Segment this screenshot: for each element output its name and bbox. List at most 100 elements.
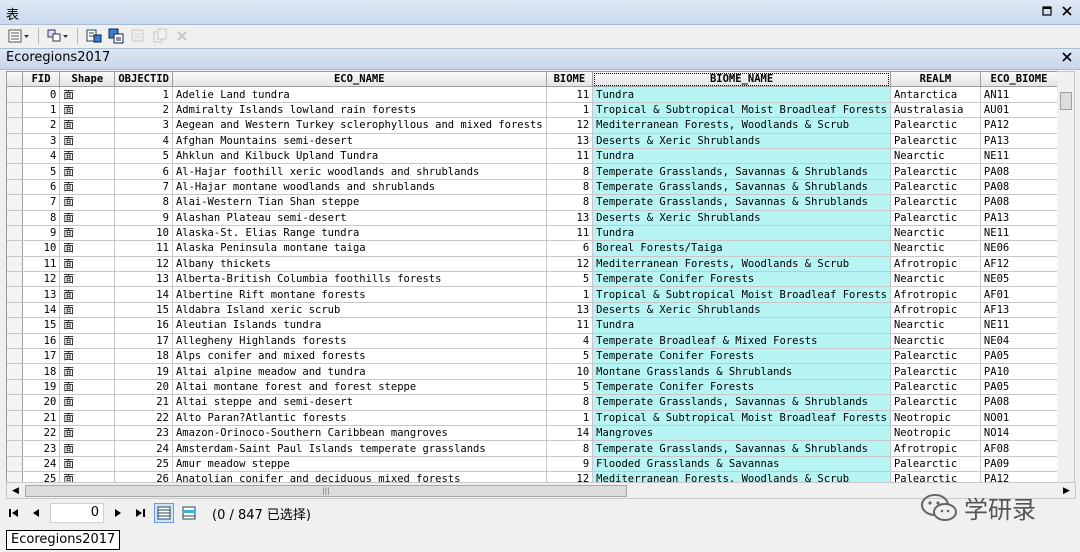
table-cell[interactable]: Albertine Rift montane forests (172, 286, 547, 303)
row-selector[interactable] (7, 394, 23, 411)
table-cell[interactable]: 面 (59, 256, 116, 273)
table-row[interactable]: 0 面 1 Adelie Land tundra 11 Tundra Antarctica A… (7, 86, 1058, 103)
table-cell[interactable]: Alaska Peninsula montane taiga (172, 240, 547, 257)
table-cell[interactable]: Alai-Western Tian Shan steppe (172, 194, 547, 211)
table-cell[interactable]: 22 (22, 425, 61, 442)
table-cell[interactable]: Afghan Mountains semi-desert (172, 133, 547, 149)
table-cell[interactable]: Palearctic (890, 194, 981, 211)
table-cell[interactable]: Temperate Conifer Forests (592, 348, 891, 365)
table-cell[interactable]: 19 (22, 379, 61, 396)
table-row[interactable]: 23 面 24 Amsterdam-Saint Paul Islands temper… (7, 440, 1058, 457)
table-cell[interactable]: Tundra (592, 225, 891, 242)
show-selected-records-button[interactable] (180, 504, 198, 522)
table-cell[interactable]: PA13 (980, 133, 1058, 149)
table-cell[interactable]: AF13 (980, 302, 1058, 319)
table-cell[interactable]: 17 (22, 348, 61, 365)
table-cell[interactable]: 面 (59, 225, 116, 242)
table-cell[interactable]: Tropical & Subtropical Moist Broadleaf F… (592, 286, 891, 303)
table-cell[interactable]: Boreal Forests/Taiga (592, 240, 891, 257)
table-cell[interactable]: Temperate Grasslands, Savannas & Shrubla… (592, 440, 891, 457)
select-by-attributes-button[interactable] (84, 27, 104, 45)
table-cell[interactable]: 1 (546, 410, 594, 426)
table-cell[interactable]: 3 (22, 133, 61, 149)
table-cell[interactable]: 20 (114, 379, 173, 396)
table-cell[interactable]: Tundra (592, 148, 891, 165)
row-selector[interactable] (7, 333, 23, 350)
table-row[interactable]: 9 面 10 Alaska-St. Elias Range tundra 11 Tundr… (7, 225, 1058, 242)
table-row[interactable]: 3 面 4 Afghan Mountains semi-desert 13 Deserts… (7, 133, 1058, 149)
table-row[interactable]: 19 面 20 Altai montane forest and forest ste… (7, 379, 1058, 396)
table-cell[interactable]: Palearctic (890, 394, 981, 411)
table-cell[interactable]: Ahklun and Kilbuck Upland Tundra (172, 148, 547, 165)
row-selector[interactable] (7, 102, 23, 119)
table-cell[interactable]: NE05 (980, 271, 1058, 288)
row-selector[interactable] (7, 86, 23, 103)
table-cell[interactable]: PA05 (980, 379, 1058, 396)
table-cell[interactable]: Montane Grasslands & Shrublands (592, 363, 891, 380)
table-cell[interactable]: Nearctic (890, 333, 981, 350)
table-cell[interactable]: 7 (114, 179, 173, 196)
table-cell[interactable]: Temperate Grasslands, Savannas & Shrubla… (592, 194, 891, 211)
table-cell[interactable]: 面 (59, 302, 116, 319)
column-header-eco-biome[interactable]: ECO_BIOME (980, 72, 1058, 88)
vertical-scrollbar[interactable] (1057, 71, 1075, 483)
table-cell[interactable]: Palearctic (890, 179, 981, 196)
table-cell[interactable]: Nearctic (890, 148, 981, 165)
table-cell[interactable]: 9 (22, 225, 61, 242)
table-cell[interactable]: 8 (546, 194, 594, 211)
table-cell[interactable]: AU01 (980, 102, 1058, 119)
show-all-records-button[interactable] (154, 503, 174, 523)
table-cell[interactable]: Neotropic (890, 410, 981, 426)
table-row[interactable]: 21 面 22 Alto Paran?Atlantic forests 1 Tropica… (7, 410, 1058, 426)
table-cell[interactable]: 0 (22, 86, 61, 103)
column-header-objectid[interactable]: OBJECTID (114, 72, 173, 88)
table-cell[interactable]: Australasia (890, 102, 981, 119)
table-cell[interactable]: Flooded Grasslands & Savannas (592, 456, 891, 473)
first-record-button[interactable] (6, 504, 22, 522)
table-cell[interactable]: Al-Hajar foothill xeric woodlands and sh… (172, 163, 547, 180)
row-selector[interactable] (7, 440, 23, 457)
table-cell[interactable]: 13 (546, 133, 594, 149)
table-cell[interactable]: 12 (114, 256, 173, 273)
row-selector[interactable] (7, 148, 23, 165)
table-row[interactable]: 11 面 12 Albany thickets 12 Mediterranean Fore… (7, 256, 1058, 273)
column-header-eco-name[interactable]: ECO_NAME (172, 72, 547, 88)
table-cell[interactable]: Admiralty Islands lowland rain forests (172, 102, 547, 119)
table-cell[interactable]: Tundra (592, 86, 891, 103)
table-cell[interactable]: PA12 (980, 117, 1058, 134)
close-table-tab-button[interactable] (1062, 51, 1072, 65)
row-selector[interactable] (7, 456, 23, 473)
table-cell[interactable]: Alto Paran?Atlantic forests (172, 410, 547, 426)
table-row[interactable]: 20 面 21 Altai steppe and semi-desert 8 Temper… (7, 394, 1058, 411)
table-cell[interactable]: 18 (22, 363, 61, 380)
table-cell[interactable]: Nearctic (890, 225, 981, 242)
current-record-input[interactable]: 0 (50, 503, 104, 523)
table-cell[interactable]: 2 (114, 102, 173, 119)
row-selector[interactable] (7, 256, 23, 273)
table-cell[interactable]: 21 (114, 394, 173, 411)
column-header-biome[interactable]: BIOME (546, 72, 594, 88)
table-cell[interactable]: Alps conifer and mixed forests (172, 348, 547, 365)
table-cell[interactable]: Tropical & Subtropical Moist Broadleaf F… (592, 102, 891, 119)
table-cell[interactable]: Nearctic (890, 317, 981, 334)
table-cell[interactable]: Mediterranean Forests, Woodlands & Scrub (592, 117, 891, 134)
table-cell[interactable]: Temperate Grasslands, Savannas & Shrubla… (592, 163, 891, 180)
table-cell[interactable]: Al-Hajar montane woodlands and shrubland… (172, 179, 547, 196)
table-cell[interactable]: 面 (59, 102, 116, 119)
zoom-to-selected-button[interactable] (150, 27, 170, 45)
table-cell[interactable]: 8 (22, 210, 61, 226)
row-selector[interactable] (7, 271, 23, 288)
table-cell[interactable]: 9 (546, 456, 594, 473)
table-cell[interactable]: PA08 (980, 394, 1058, 411)
row-header-corner[interactable] (7, 72, 23, 88)
table-cell[interactable]: PA13 (980, 210, 1058, 226)
table-cell[interactable]: PA09 (980, 456, 1058, 473)
table-cell[interactable]: Alaska-St. Elias Range tundra (172, 225, 547, 242)
row-selector[interactable] (7, 302, 23, 319)
table-cell[interactable]: 15 (114, 302, 173, 319)
table-row[interactable]: 8 面 9 Alashan Plateau semi-desert 13 Deserts … (7, 210, 1058, 226)
table-cell[interactable]: 面 (59, 456, 116, 473)
row-selector[interactable] (7, 379, 23, 396)
table-cell[interactable]: 4 (22, 148, 61, 165)
table-cell[interactable]: 25 (114, 456, 173, 473)
